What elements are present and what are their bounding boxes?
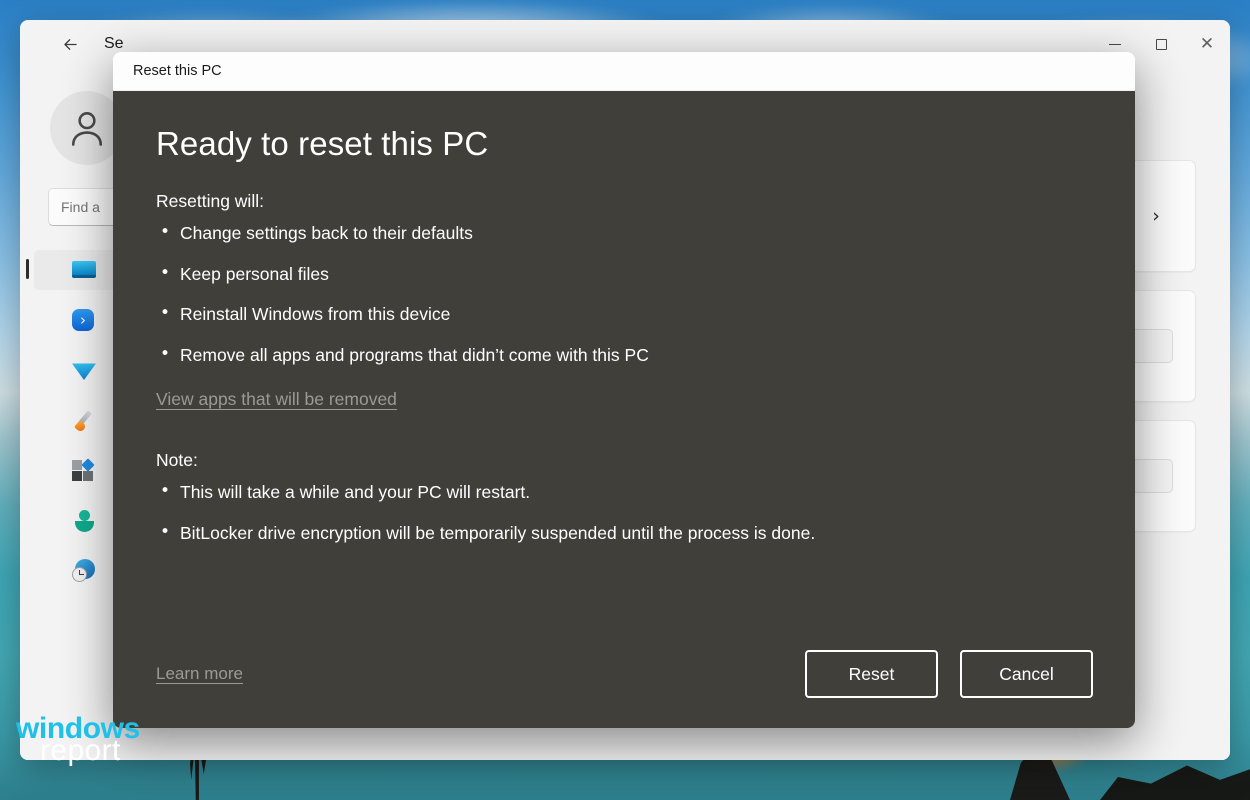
list-item: Reinstall Windows from this device xyxy=(156,305,1093,324)
maximize-button[interactable] xyxy=(1138,20,1184,68)
system-monitor-icon xyxy=(72,257,98,283)
resetting-will-label: Resetting will: xyxy=(156,191,264,211)
cancel-button[interactable]: Cancel xyxy=(960,650,1093,698)
resetting-will-list: Change settings back to their defaults K… xyxy=(156,224,1093,365)
close-button[interactable]: ✕ xyxy=(1184,20,1230,68)
bluetooth-icon: › xyxy=(72,307,98,333)
apps-icon xyxy=(72,457,98,483)
list-item: BitLocker drive encryption will be tempo… xyxy=(156,524,1093,543)
list-item: This will take a while and your PC will … xyxy=(156,483,1093,502)
selection-indicator xyxy=(26,259,29,279)
chevron-right-icon: › xyxy=(1152,205,1160,227)
list-item: Keep personal files xyxy=(156,265,1093,284)
accounts-person-icon xyxy=(72,507,98,533)
reset-this-pc-dialog: Reset this PC Ready to reset this PC Res… xyxy=(113,52,1135,728)
dialog-titlebar: Reset this PC xyxy=(113,52,1135,91)
time-language-clock-icon xyxy=(72,557,98,583)
dialog-heading: Ready to reset this PC xyxy=(156,125,489,162)
person-icon xyxy=(71,112,103,146)
arrow-left-icon xyxy=(63,38,77,50)
dialog-title: Reset this PC xyxy=(133,63,222,79)
watermark: windows report xyxy=(16,714,140,766)
note-label: Note: xyxy=(156,450,198,470)
learn-more-link[interactable]: Learn more xyxy=(156,664,243,684)
back-button[interactable] xyxy=(48,28,92,60)
dialog-footer: Learn more Reset Cancel xyxy=(156,650,1093,698)
wifi-network-icon xyxy=(72,357,98,383)
maximize-icon xyxy=(1155,38,1167,50)
dialog-action-buttons: Reset Cancel xyxy=(805,650,1093,698)
note-list: This will take a while and your PC will … xyxy=(156,483,1093,543)
settings-window-title: Se xyxy=(104,35,124,52)
list-item: Remove all apps and programs that didn’t… xyxy=(156,346,1093,365)
dialog-body: Ready to reset this PC Resetting will: C… xyxy=(113,91,1135,728)
paint-brush-icon xyxy=(72,407,98,433)
minimize-icon xyxy=(1109,43,1121,45)
list-item: Change settings back to their defaults xyxy=(156,224,1093,243)
close-icon: ✕ xyxy=(1199,33,1215,54)
reset-button[interactable]: Reset xyxy=(805,650,938,698)
view-apps-link[interactable]: View apps that will be removed xyxy=(156,389,397,410)
